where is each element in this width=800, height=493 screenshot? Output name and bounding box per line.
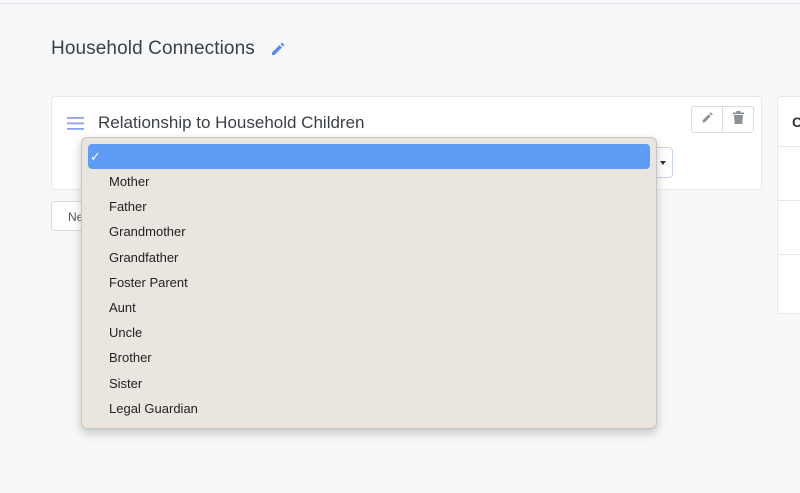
dropdown-option[interactable]: Legal Guardian (88, 396, 650, 421)
relationship-dropdown: ✓ Mother Father Grandmother Grandfather … (81, 137, 657, 429)
pencil-icon (701, 111, 714, 129)
side-panel-divider (778, 146, 800, 147)
dropdown-option[interactable]: Mother (88, 169, 650, 194)
card-actions (691, 106, 754, 133)
caret-down-icon (660, 161, 666, 165)
side-panel: C (777, 96, 800, 314)
drag-handle-icon[interactable] (67, 117, 84, 130)
dropdown-option[interactable]: Foster Parent (88, 270, 650, 295)
dropdown-option-empty[interactable]: ✓ (88, 144, 650, 169)
dropdown-option[interactable]: Brother (88, 345, 650, 370)
trash-icon (732, 110, 744, 129)
top-divider (0, 3, 800, 4)
dropdown-option[interactable]: Aunt (88, 295, 650, 320)
dropdown-option[interactable]: Uncle (88, 320, 650, 345)
side-panel-divider (778, 254, 800, 255)
page-title: Household Connections (51, 38, 255, 59)
dropdown-option[interactable]: Grandfather (88, 245, 650, 270)
dropdown-option[interactable]: Sister (88, 371, 650, 396)
checkmark-icon: ✓ (90, 149, 101, 164)
card-title: Relationship to Household Children (98, 113, 365, 132)
pencil-icon[interactable] (270, 41, 286, 57)
dropdown-option[interactable]: Father (88, 194, 650, 219)
dropdown-option[interactable]: Grandmother (88, 219, 650, 244)
delete-button[interactable] (722, 107, 753, 132)
side-panel-heading: C (792, 114, 800, 130)
side-panel-divider (778, 200, 800, 201)
edit-button[interactable] (692, 107, 722, 132)
